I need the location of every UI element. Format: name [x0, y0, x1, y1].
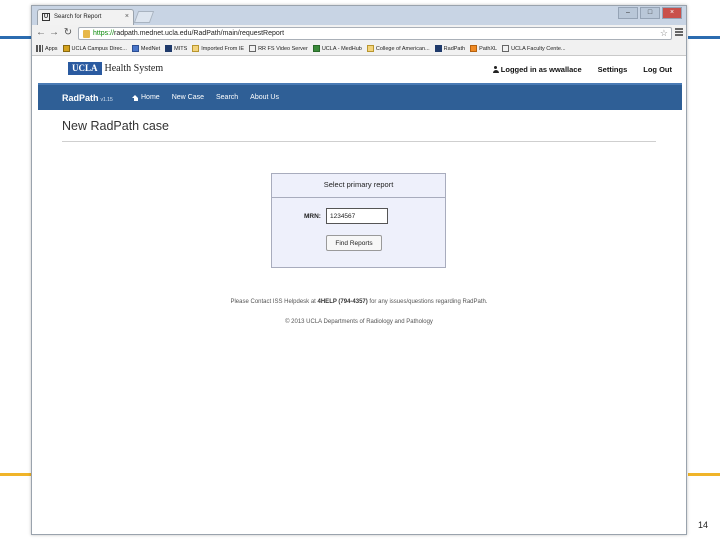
page-viewport: UCLA Health System Logged in as wwallace… [32, 57, 686, 534]
pathxl-icon [470, 45, 478, 52]
mednet-icon [131, 45, 139, 52]
bookmarks-bar: Apps UCLA Campus Direc... MedNet MITS Im… [32, 42, 686, 56]
user-label: Logged in as wwallace [500, 65, 582, 74]
bookmark-label: Imported From IE [201, 45, 245, 52]
select-report-panel: Select primary report MRN: Find Reports [271, 173, 446, 268]
window-close-icon[interactable]: × [662, 7, 682, 19]
bookmark-label: PathXL [479, 45, 498, 52]
forward-arrow-icon[interactable]: → [48, 27, 60, 39]
nav-new-case[interactable]: New Case [172, 94, 204, 101]
nav-home[interactable]: Home [132, 94, 160, 101]
nav-items: Home New Case Search About Us [132, 94, 279, 101]
decorative-blue-line-right [688, 36, 720, 39]
page-icon [249, 45, 257, 52]
close-tab-icon[interactable]: × [125, 13, 129, 20]
logged-in-user[interactable]: Logged in as wwallace [492, 65, 582, 74]
url-scheme: https:// [93, 30, 115, 37]
decorative-gold-line-right [688, 473, 720, 476]
bookmark-label: MITS [174, 45, 188, 52]
mits-icon [165, 45, 173, 52]
slide-number: 14 [697, 520, 708, 530]
ucla-logo-box: UCLA [68, 62, 102, 75]
radpath-brand[interactable]: RadPath v1.15 [62, 93, 113, 103]
bookmark-label: RR FS Video Server [258, 45, 308, 52]
minimize-icon[interactable]: – [618, 7, 638, 19]
user-icon [492, 66, 499, 73]
ucla-health-logo[interactable]: UCLA Health System [68, 62, 163, 75]
bookmark-label: UCLA Campus Direc... [71, 45, 127, 52]
url-path: radpath.mednet.ucla.edu/RadPath/main/req… [114, 30, 285, 37]
bookmark-label: College of American... [375, 45, 430, 52]
main-navbar: RadPath v1.15 Home New Case Search About … [38, 83, 682, 110]
mrn-label: MRN: [304, 212, 321, 220]
brand-name: RadPath [62, 93, 99, 103]
contact-text-pre: Please Contact ISS Helpdesk at [230, 299, 318, 305]
page-title: New RadPath case [62, 119, 170, 133]
slide: 14 U Search for Report × – □ × ← → ↻ htt… [0, 0, 720, 540]
mrn-row: MRN: [304, 208, 388, 224]
decorative-gold-line-left [0, 473, 31, 476]
bookmark-mednet[interactable]: MedNet [131, 45, 161, 52]
maximize-icon[interactable]: □ [640, 7, 660, 19]
site-header: UCLA Health System Logged in as wwallace… [68, 57, 682, 83]
bookmark-medhub[interactable]: UCLA - MedHub [312, 45, 362, 52]
find-reports-button[interactable]: Find Reports [326, 235, 382, 251]
copyright-notice: © 2013 UCLA Departments of Radiology and… [285, 319, 433, 325]
bookmark-star-icon[interactable]: ☆ [660, 28, 668, 39]
user-links: Logged in as wwallace Settings Log Out [492, 65, 672, 74]
bookmark-ucla-faculty[interactable]: UCLA Faculty Cente... [502, 45, 566, 52]
decorative-blue-line-left [0, 36, 31, 39]
radpath-icon [434, 45, 442, 52]
mrn-input[interactable] [325, 208, 388, 224]
nav-home-label: Home [141, 94, 160, 101]
bookmark-radpath[interactable]: RadPath [434, 45, 466, 52]
window-controls: – □ × [618, 7, 682, 19]
new-tab-button[interactable] [133, 11, 155, 23]
home-icon [132, 94, 139, 101]
bookmark-imported-from-ie[interactable]: Imported From IE [192, 45, 244, 52]
bookmark-pathxl[interactable]: PathXL [470, 45, 497, 52]
settings-link[interactable]: Settings [598, 65, 628, 74]
medhub-icon [312, 45, 320, 52]
browser-menu-icon[interactable] [675, 28, 683, 37]
helpdesk-contact: Please Contact ISS Helpdesk at 4HELP (79… [32, 299, 686, 305]
folder-icon [192, 45, 200, 52]
back-arrow-icon[interactable]: ← [35, 27, 47, 39]
bookmark-label: Apps [45, 45, 58, 52]
bookmark-rr-fs-video[interactable]: RR FS Video Server [249, 45, 308, 52]
helpdesk-phone: 4HELP (794-4357) [317, 299, 368, 305]
folder-icon [366, 45, 374, 52]
reload-icon[interactable]: ↻ [62, 27, 74, 39]
bookmark-label: UCLA - MedHub [321, 45, 362, 52]
address-bar[interactable]: https://radpath.mednet.ucla.edu/RadPath/… [78, 27, 672, 40]
tab-favicon-icon: U [42, 13, 50, 21]
apps-icon [36, 45, 43, 52]
bookmark-college-american[interactable]: College of American... [366, 45, 430, 52]
url-text: https://radpath.mednet.ucla.edu/RadPath/… [93, 30, 284, 37]
browser-tab[interactable]: U Search for Report × [37, 9, 134, 25]
bookmark-label: RadPath [443, 45, 466, 52]
bookmark-label: MedNet [140, 45, 161, 52]
bookmark-ucla-campus[interactable]: UCLA Campus Direc... [62, 45, 127, 52]
contact-text-post: for any issues/questions regarding RadPa… [367, 299, 488, 305]
tab-strip: U Search for Report × – □ × [32, 6, 686, 25]
browser-toolbar: ← → ↻ https://radpath.mednet.ucla.edu/Ra… [32, 25, 686, 42]
bookmark-label: UCLA Faculty Cente... [511, 45, 566, 52]
page-icon [502, 45, 510, 52]
brand-version: v1.15 [100, 97, 113, 103]
nav-about-us[interactable]: About Us [250, 94, 279, 101]
logout-link[interactable]: Log Out [643, 65, 672, 74]
ucla-campus-icon [62, 45, 70, 52]
title-divider [62, 141, 656, 142]
bookmark-mits[interactable]: MITS [165, 45, 187, 52]
panel-heading: Select primary report [272, 174, 445, 198]
tab-title: Search for Report [54, 14, 102, 20]
ucla-logo-text: Health System [104, 63, 164, 74]
nav-search[interactable]: Search [216, 94, 238, 101]
bookmark-apps[interactable]: Apps [36, 45, 58, 52]
browser-window: U Search for Report × – □ × ← → ↻ https:… [31, 5, 687, 535]
lock-icon [83, 30, 90, 38]
